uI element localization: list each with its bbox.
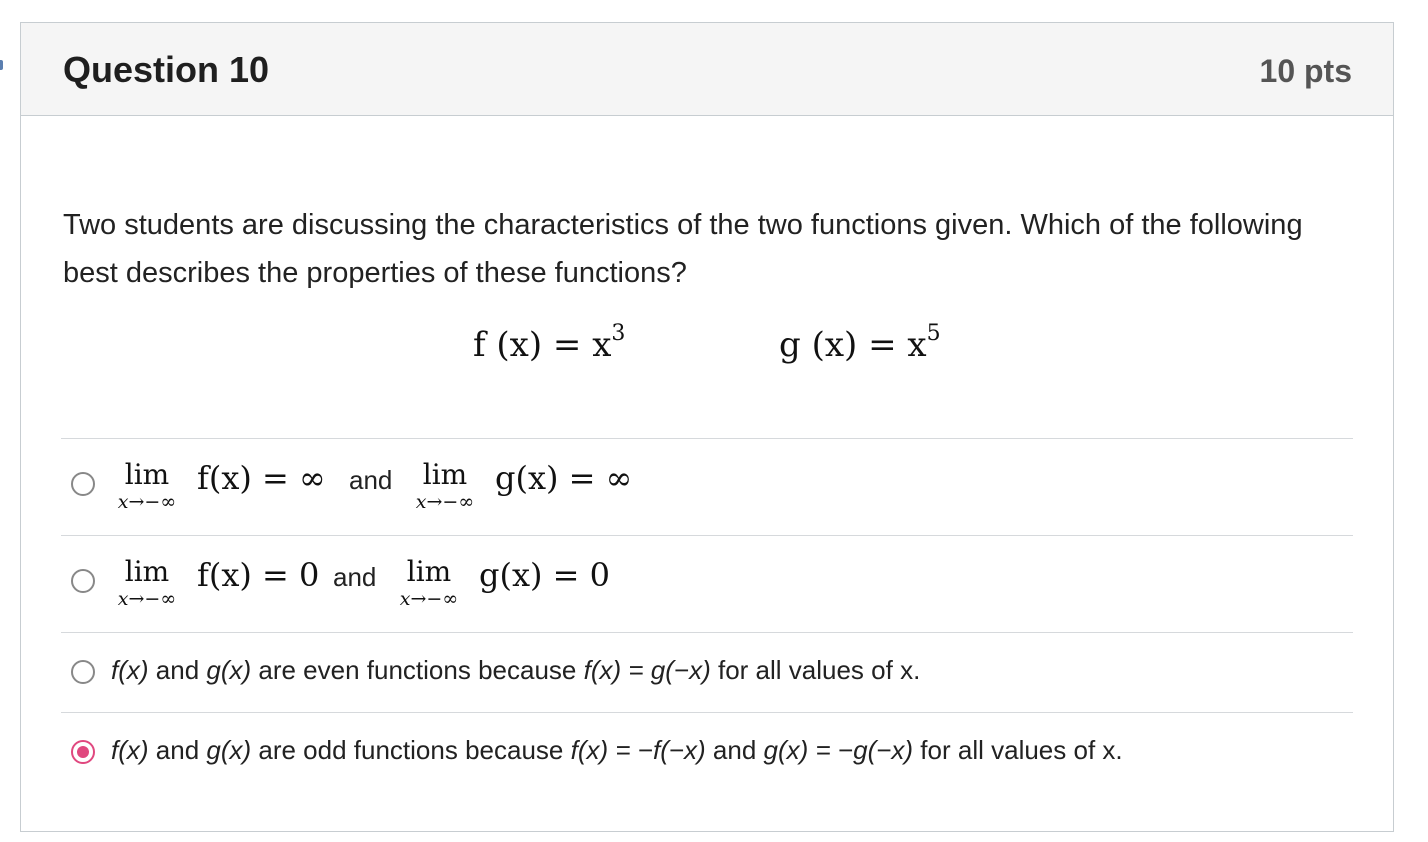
and-label: and <box>333 562 377 592</box>
radio-button[interactable] <box>71 569 95 593</box>
answer-text: f(x) and g(x) are odd functions because … <box>111 735 1123 765</box>
question-points: 10 pts <box>1259 53 1352 89</box>
question-title: Question 10 <box>63 49 270 90</box>
and-label: and <box>349 465 393 495</box>
answer-option-4[interactable]: f(x) and g(x) are odd functions because … <box>61 712 1353 792</box>
formula-g: g (x) = x5 <box>779 321 941 365</box>
limit-g: lim x→−∞ <box>399 555 459 610</box>
answer-option-3[interactable]: f(x) and g(x) are even functions because… <box>61 632 1353 712</box>
question-prompt: Two students are discussing the characte… <box>63 209 1303 289</box>
limit-f: lim x→−∞ <box>117 458 177 513</box>
limit-g-expr: g(x) = ∞ <box>495 459 633 497</box>
question-header: Question 10 10 pts <box>21 23 1393 116</box>
answer-list: lim x→−∞ f(x) = ∞ and lim x→−∞ g(x) = ∞ … <box>61 438 1353 792</box>
radio-button[interactable] <box>71 660 95 684</box>
formula-row: f (x) = x3 g (x) = x5 <box>21 321 1393 385</box>
question-card: Question 10 10 pts Two students are disc… <box>20 22 1394 832</box>
radio-button-selected[interactable] <box>71 740 95 764</box>
limit-g: lim x→−∞ <box>415 458 475 513</box>
formula-f: f (x) = x3 <box>473 321 626 365</box>
answer-option-1[interactable]: lim x→−∞ f(x) = ∞ and lim x→−∞ g(x) = ∞ <box>61 438 1353 535</box>
limit-f-expr: f(x) = ∞ <box>197 459 326 497</box>
answer-option-2[interactable]: lim x→−∞ f(x) = 0 and lim x→−∞ g(x) = 0 <box>61 535 1353 632</box>
radio-button[interactable] <box>71 472 95 496</box>
limit-f: lim x→−∞ <box>117 555 177 610</box>
limit-g-expr: g(x) = 0 <box>479 556 611 594</box>
scroll-marker <box>0 60 3 70</box>
answer-text: f(x) and g(x) are even functions because… <box>111 655 921 685</box>
limit-f-expr: f(x) = 0 <box>197 556 320 594</box>
